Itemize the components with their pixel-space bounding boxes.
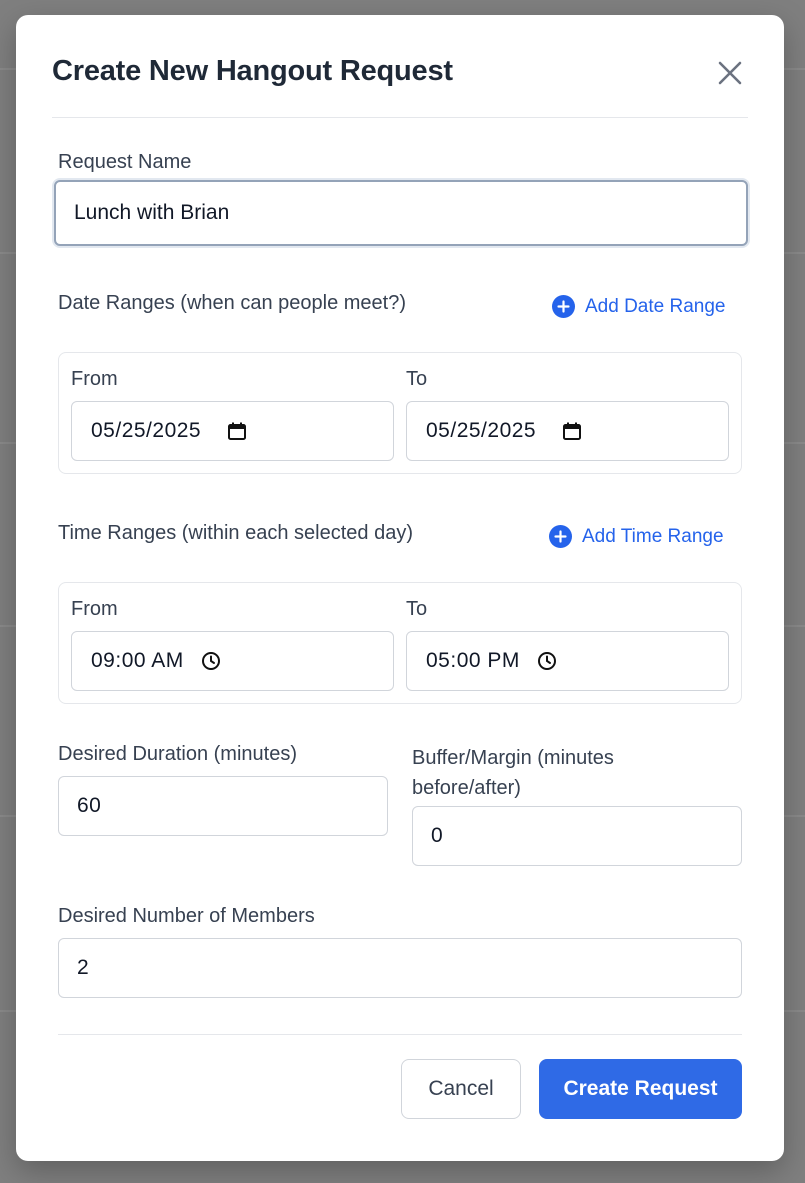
time-to-label: To	[406, 598, 428, 620]
duration-input[interactable]: 60	[58, 776, 388, 836]
buffer-input[interactable]: 0	[412, 806, 742, 866]
buffer-label-line2: before/after)	[412, 777, 521, 799]
footer-divider	[58, 1034, 742, 1035]
add-date-range-button[interactable]: Add Date Range	[552, 295, 726, 318]
modal-title: Create New Hangout Request	[52, 55, 453, 87]
date-ranges-label: Date Ranges (when can people meet?)	[58, 292, 406, 314]
header-divider	[52, 117, 748, 118]
cancel-button[interactable]: Cancel	[401, 1059, 521, 1119]
calendar-icon[interactable]	[562, 421, 582, 441]
duration-label: Desired Duration (minutes)	[58, 743, 297, 765]
duration-value: 60	[77, 794, 102, 817]
clock-icon[interactable]	[537, 651, 557, 671]
buffer-label: Buffer/Margin (minutes before/after)	[412, 743, 614, 803]
calendar-icon[interactable]	[227, 421, 247, 441]
buffer-label-line1: Buffer/Margin (minutes	[412, 747, 614, 769]
date-from-value: 05/25/2025	[91, 419, 202, 442]
add-date-range-label: Add Date Range	[585, 295, 726, 317]
date-from-label: From	[71, 368, 118, 390]
time-ranges-label: Time Ranges (within each selected day)	[58, 522, 413, 544]
members-value: 2	[77, 956, 90, 979]
close-icon	[718, 61, 742, 85]
clock-icon[interactable]	[201, 651, 221, 671]
date-from-input[interactable]: 05/25/2025	[71, 401, 394, 461]
time-from-value: 09:00 AM	[91, 649, 184, 672]
time-to-value: 05:00 PM	[426, 649, 520, 672]
date-to-input[interactable]: 05/25/2025	[406, 401, 729, 461]
members-input[interactable]: 2	[58, 938, 742, 998]
members-label: Desired Number of Members	[58, 905, 315, 927]
add-time-range-button[interactable]: Add Time Range	[549, 525, 724, 548]
time-from-label: From	[71, 598, 118, 620]
create-hangout-modal: Create New Hangout Request Request Name …	[16, 15, 784, 1161]
plus-circle-icon	[549, 525, 572, 548]
time-to-input[interactable]: 05:00 PM	[406, 631, 729, 691]
create-request-button[interactable]: Create Request	[539, 1059, 742, 1119]
add-time-range-label: Add Time Range	[582, 525, 724, 547]
plus-circle-icon	[552, 295, 575, 318]
buffer-value: 0	[431, 824, 444, 847]
date-to-value: 05/25/2025	[426, 419, 537, 442]
close-button[interactable]	[712, 55, 748, 91]
request-name-value: Lunch with Brian	[74, 201, 230, 224]
date-to-label: To	[406, 368, 428, 390]
time-from-input[interactable]: 09:00 AM	[71, 631, 394, 691]
request-name-input[interactable]: Lunch with Brian	[54, 180, 748, 246]
request-name-label: Request Name	[58, 151, 192, 173]
